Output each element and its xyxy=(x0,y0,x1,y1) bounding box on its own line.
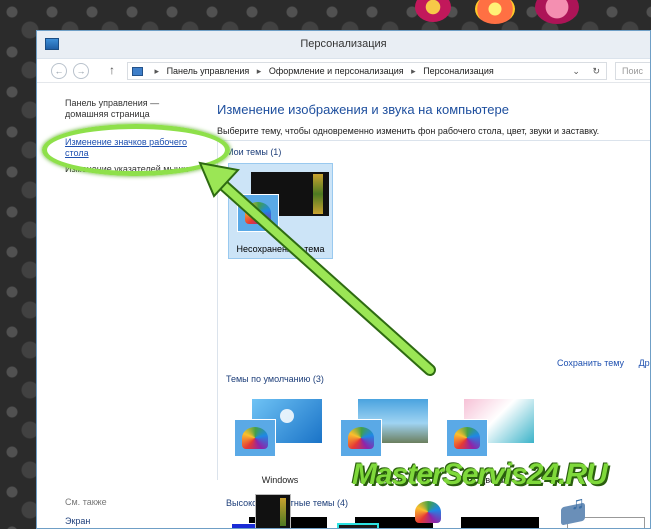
decorative-flowers xyxy=(405,0,605,30)
breadcrumb[interactable]: ▸ Панель управления ▸ Оформление и персо… xyxy=(127,62,607,80)
watermark: MasterServis24.RU xyxy=(352,458,608,491)
chevron-right-icon: ▸ xyxy=(411,66,416,76)
refresh-icon[interactable]: ↻ xyxy=(592,66,600,76)
more-themes-label: Др xyxy=(638,358,650,368)
computer-icon xyxy=(132,67,143,77)
forward-button[interactable]: → xyxy=(73,63,89,79)
color-icon[interactable] xyxy=(415,501,441,523)
sidebar-link-home[interactable]: Панель управления — домашняя страница xyxy=(65,98,185,120)
theme-tile-unsaved[interactable]: Несохраненная тема xyxy=(228,163,333,259)
see-also-label: См. также xyxy=(65,497,107,507)
theme-tile-windows[interactable]: Windows xyxy=(230,393,330,491)
highlight-ring xyxy=(42,124,230,176)
chevron-right-icon: ▸ xyxy=(256,66,262,76)
search-input[interactable]: Поис xyxy=(615,62,650,80)
address-bar: ← → ↑ ▸ Панель управления ▸ Оформление и… xyxy=(37,59,650,83)
theme-caption: Несохраненная тема xyxy=(236,244,325,254)
breadcrumb-personalization[interactable]: Персонализация xyxy=(423,66,494,76)
personalization-window: Персонализация ← → ↑ ▸ Панель управления… xyxy=(36,30,651,529)
breadcrumb-control-panel[interactable]: Панель управления xyxy=(167,66,250,76)
title-bar: Персонализация xyxy=(37,31,650,59)
themes-list[interactable]: Мои темы (1) Несохраненная тема Сохранит… xyxy=(217,140,650,508)
palette-icon xyxy=(234,419,276,457)
theme-caption: Windows xyxy=(261,475,299,485)
up-button[interactable]: ↑ xyxy=(109,63,115,77)
desktop-background-icon[interactable] xyxy=(255,494,291,528)
back-button[interactable]: ← xyxy=(51,63,67,79)
palette-icon xyxy=(446,419,488,457)
dropdown-icon[interactable]: ⌄ xyxy=(572,66,580,76)
sidebar-link-screen[interactable]: Экран xyxy=(65,516,90,526)
palette-icon xyxy=(237,194,279,232)
page-title: Изменение изображения и звука на компьют… xyxy=(217,102,509,117)
palette-icon xyxy=(340,419,382,457)
breadcrumb-appearance[interactable]: Оформление и персонализация xyxy=(269,66,404,76)
save-theme-label: Сохранить тему xyxy=(557,358,625,368)
theme-tile-contrast-3[interactable] xyxy=(439,517,539,528)
save-theme-link[interactable]: Сохранить тему Др xyxy=(557,358,650,368)
chevron-right-icon: ▸ xyxy=(154,66,160,76)
my-themes-label: Мои темы (1) xyxy=(226,147,282,157)
page-subtitle: Выберите тему, чтобы одновременно измени… xyxy=(217,126,600,136)
default-themes-label: Темы по умолчанию (3) xyxy=(226,374,324,384)
window-title: Персонализация xyxy=(300,38,387,50)
sounds-icon[interactable]: ♫ xyxy=(557,493,595,528)
